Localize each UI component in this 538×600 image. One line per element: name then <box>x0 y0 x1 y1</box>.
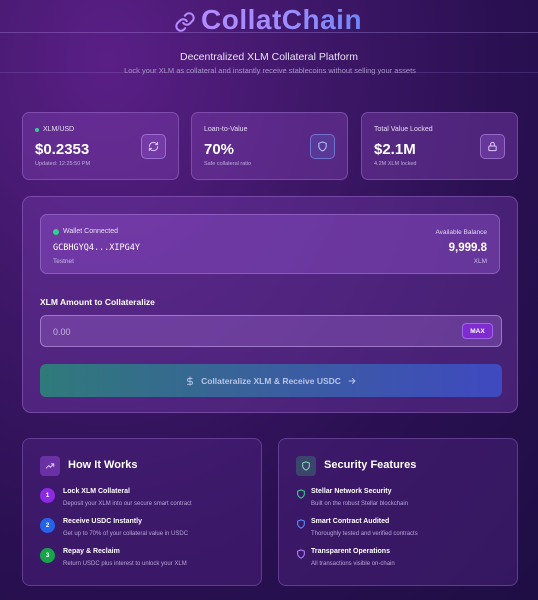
stat-card-tvl: Total Value Locked $2.1M 4.2M XLM locked <box>361 112 518 180</box>
step-desc: Return USDC plus interest to unlock your… <box>63 561 187 567</box>
collateralize-button-label: Collateralize XLM & Receive USDC <box>201 375 341 386</box>
amount-input[interactable] <box>53 324 433 340</box>
link-icon <box>175 12 195 32</box>
live-dot <box>35 127 39 132</box>
stat-label: Total Value Locked <box>374 126 433 133</box>
stat-card-ltv: Loan-to-Value 70% Safe collateral ratio <box>191 112 348 180</box>
shield-badge <box>310 134 335 159</box>
stat-card-xlm-usd: XLM/USD $0.2353 Updated: 12:25:50 PM <box>22 112 179 180</box>
wallet-address[interactable]: GCBHGYQ4...XIPG4Y <box>53 243 140 253</box>
step-title: Repay & Reclaim <box>63 548 120 555</box>
balance-label: Available Balance <box>435 229 487 236</box>
trending-up-icon <box>45 463 55 469</box>
connected-dot <box>53 228 59 235</box>
how-it-works-title: How It Works <box>68 459 138 471</box>
step-number: 1 <box>40 488 55 503</box>
lock-badge <box>480 134 505 159</box>
feature-desc: Built on the robust Stellar blockchain <box>311 501 409 507</box>
stat-value: 70% <box>204 141 235 158</box>
shield-icon <box>297 489 305 499</box>
feature-desc: Thoroughly tested and verified contracts <box>311 531 418 537</box>
wallet-network: Testnet <box>53 258 74 265</box>
shield-badge <box>296 456 316 476</box>
collateral-panel: Wallet Connected GCBHGYQ4...XIPG4Y Testn… <box>22 196 518 413</box>
balance-unit: XLM <box>473 258 487 265</box>
feature-title: Smart Contract Audited <box>311 518 390 525</box>
feature-desc: All transactions visible on-chain <box>311 561 395 567</box>
balance-value: 9,999.8 <box>448 242 487 254</box>
feature-title: Transparent Operations <box>311 548 390 555</box>
step-title: Lock XLM Collateral <box>63 488 130 495</box>
security-title: Security Features <box>324 459 417 471</box>
header: CollatChain <box>0 0 538 40</box>
refresh-button[interactable] <box>141 134 166 159</box>
how-it-works-card: How It Works 1 Lock XLM Collateral Depos… <box>22 438 262 586</box>
collateralize-button[interactable]: Collateralize XLM & Receive USDC <box>40 364 502 397</box>
step-number: 2 <box>40 518 55 533</box>
amount-label: XLM Amount to Collateralize <box>40 297 155 307</box>
step-title: Receive USDC Instantly <box>63 518 142 525</box>
step-desc: Deposit your XLM into our secure smart c… <box>63 501 192 507</box>
page-subtitle: Lock your XLM as collateral and instantl… <box>124 66 416 75</box>
stat-subtext: 4.2M XLM locked <box>374 161 417 167</box>
refresh-icon <box>148 141 159 152</box>
shield-icon <box>318 141 327 152</box>
lock-icon <box>488 141 497 152</box>
dollar-icon <box>187 375 193 386</box>
shield-icon <box>302 461 310 471</box>
stat-value: $2.1M <box>374 141 416 158</box>
stat-value: $0.2353 <box>35 141 90 158</box>
stat-label: Loan-to-Value <box>204 126 248 133</box>
page-tagline: Decentralized XLM Collateral Platform <box>180 51 358 63</box>
step-desc: Get up to 70% of your collateral value i… <box>63 531 189 537</box>
arrow-right-icon <box>348 377 356 384</box>
step-number: 3 <box>40 548 55 563</box>
shield-icon <box>297 549 305 559</box>
max-button[interactable]: MAX <box>462 323 493 339</box>
stat-label: XLM/USD <box>35 126 74 133</box>
wallet-status: Wallet Connected <box>53 228 118 235</box>
shield-icon <box>297 519 305 529</box>
wallet-card: Wallet Connected GCBHGYQ4...XIPG4Y Testn… <box>40 214 500 274</box>
header-divider <box>0 32 538 33</box>
amount-field: MAX <box>40 315 502 347</box>
feature-title: Stellar Network Security <box>311 488 392 495</box>
stat-subtext: Updated: 12:25:50 PM <box>35 161 91 167</box>
trend-badge <box>40 456 60 476</box>
security-card: Security Features Stellar Network Securi… <box>278 438 518 586</box>
stat-subtext: Safe collateral ratio <box>204 161 252 167</box>
